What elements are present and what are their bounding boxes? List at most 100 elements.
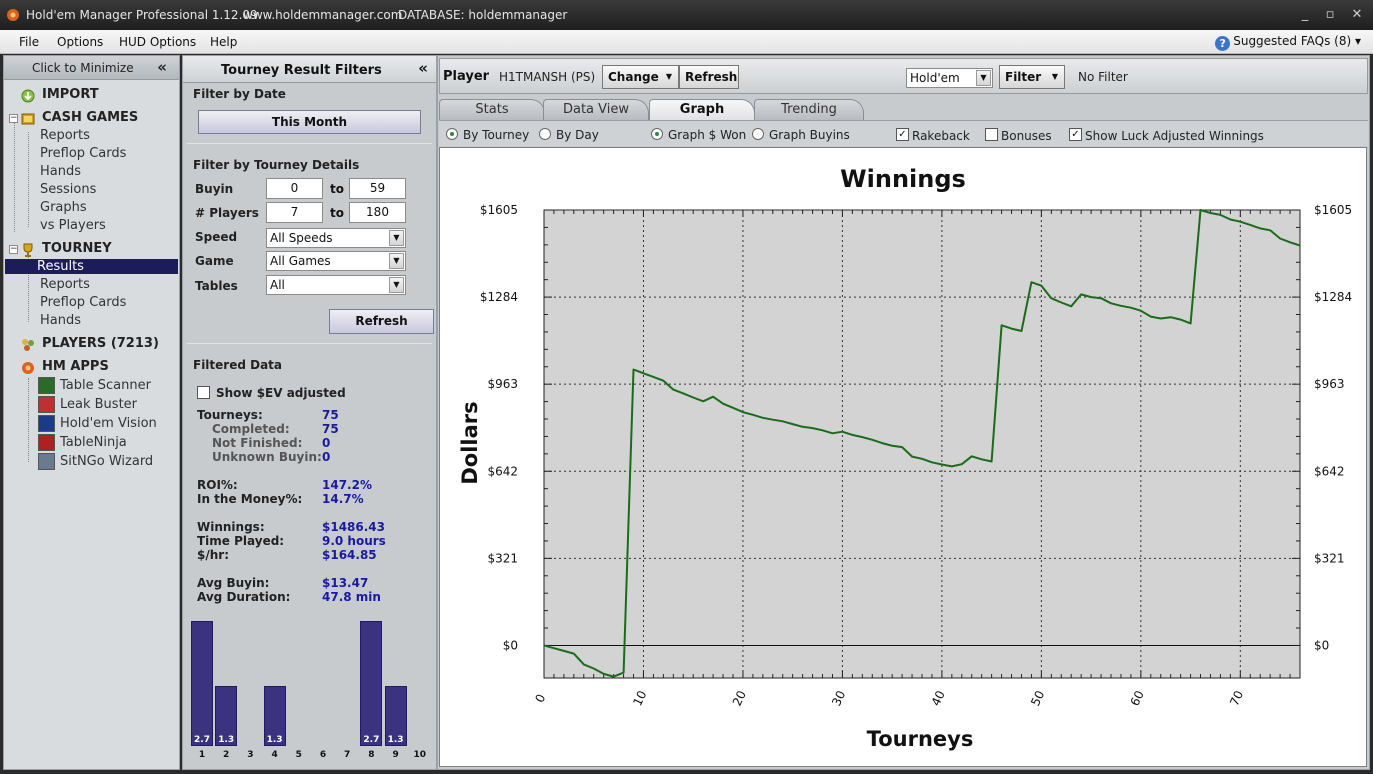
dropdown-arrow-icon[interactable]: ▼ (389, 277, 404, 293)
chart-y-axis-label: Dollars (458, 401, 482, 484)
left-navigation: Click to Minimize « IMPORT − CASH GAMES … (3, 55, 180, 770)
app-sitngo-wizard[interactable]: SitNGo Wizard (60, 454, 153, 469)
tables-select[interactable]: All ▼ (266, 275, 406, 295)
app-tableninja[interactable]: TableNinja (60, 435, 127, 450)
by-tourney-radio[interactable] (446, 128, 458, 140)
dropdown-arrow-icon[interactable]: ▼ (976, 70, 991, 86)
histogram-bar-value: 2.7 (363, 735, 380, 745)
divider (187, 143, 432, 144)
buyin-to-input[interactable]: 59 (349, 178, 406, 199)
rakeback-checkbox[interactable]: ✓ (896, 128, 909, 141)
filter-by-date-title: Filter by Date (193, 87, 286, 101)
tab-graph[interactable]: Graph (649, 99, 755, 120)
collapse-cash-icon[interactable]: − (9, 114, 18, 123)
minimize-bar[interactable]: Click to Minimize « (4, 56, 179, 80)
menu-help[interactable]: Help (210, 35, 237, 49)
y-tick-label-left: $963 (487, 377, 518, 391)
nav-cash-reports[interactable]: Reports (40, 128, 90, 143)
nav-cash-vs-players[interactable]: vs Players (40, 218, 106, 233)
game-select[interactable]: All Games ▼ (266, 251, 406, 271)
y-tick-label-left: $321 (487, 551, 518, 565)
menu-hud-options[interactable]: HUD Options (119, 35, 196, 49)
player-label: Player (443, 69, 490, 84)
nav-tourney-results[interactable]: Results (5, 259, 178, 274)
avg-buyin-label: Avg Buyin: (197, 576, 270, 590)
game-label: Game (195, 254, 234, 268)
histogram-bar: 2.7 (360, 621, 383, 746)
nav-import-label: IMPORT (42, 87, 99, 102)
show-ev-checkbox[interactable] (197, 386, 210, 399)
refresh-filters-button[interactable]: Refresh (329, 309, 434, 334)
collapse-filters-icon[interactable]: « (418, 59, 428, 77)
unknown-buyin-label: Unknown Buyin: (212, 450, 322, 464)
players-from-input[interactable]: 7 (266, 202, 323, 223)
collapse-icon[interactable]: « (157, 58, 167, 76)
nav-cash-graphs[interactable]: Graphs (40, 200, 87, 215)
nav-cash-hands[interactable]: Hands (40, 164, 81, 179)
time-played-value: 9.0 hours (322, 534, 386, 548)
menu-options[interactable]: Options (57, 35, 103, 49)
tourney-result-filters-panel: Tourney Result Filters « Filter by Date … (182, 55, 437, 770)
tab-trending[interactable]: Trending (754, 99, 864, 120)
change-label: Change (608, 70, 659, 84)
speed-label: Speed (195, 230, 238, 244)
app-logo-icon (7, 9, 19, 21)
player-name: H1TMANSH (PS) (499, 70, 596, 84)
nav-cash-preflop-cards[interactable]: Preflop Cards (40, 146, 126, 161)
histogram-x-label: 10 (413, 750, 427, 760)
per-hour-value: $164.85 (322, 548, 377, 562)
close-window-icon[interactable]: ✕ (1348, 6, 1366, 24)
app-table-scanner[interactable]: Table Scanner (60, 378, 151, 393)
speed-select[interactable]: All Speeds ▼ (266, 228, 406, 248)
refresh-player-button[interactable]: Refresh (679, 65, 739, 89)
minimize-window-icon[interactable]: _ (1296, 6, 1314, 24)
dropdown-arrow-icon[interactable]: ▼ (389, 253, 404, 269)
filter-button[interactable]: Filter ▼ (999, 65, 1065, 89)
by-day-radio[interactable] (539, 128, 551, 140)
histogram-x-label: 7 (344, 750, 351, 760)
unknown-buyin-value: 0 (322, 450, 331, 464)
dropdown-arrow-icon[interactable]: ▼ (389, 230, 404, 246)
winnings-label: Winnings: (197, 520, 265, 534)
y-tick-label-right: $1605 (1314, 203, 1352, 217)
itm-value: 14.7% (322, 492, 364, 506)
roi-label: ROI%: (197, 478, 238, 492)
collapse-tourney-icon[interactable]: − (9, 245, 18, 254)
luck-adjusted-label: Show Luck Adjusted Winnings (1085, 129, 1264, 143)
graph-buyins-radio[interactable] (752, 128, 764, 140)
nav-cash-games-label: CASH GAMES (42, 110, 139, 125)
nav-cash-sessions[interactable]: Sessions (40, 182, 96, 197)
menu-file[interactable]: File (19, 35, 39, 49)
app-leak-buster[interactable]: Leak Buster (60, 397, 137, 412)
luck-adjusted-checkbox[interactable]: ✓ (1069, 128, 1082, 141)
histogram-bar: 2.7 (191, 621, 213, 746)
suggested-faqs-button[interactable]: ? Suggested FAQs (8) ▾ (1215, 34, 1361, 51)
nav-tourney-hands[interactable]: Hands (40, 313, 81, 328)
histogram-x-label: 8 (368, 750, 375, 760)
app-holdem-vision[interactable]: Hold'em Vision (60, 416, 157, 431)
bonuses-checkbox[interactable] (985, 128, 998, 141)
sitngo-wizard-icon (38, 453, 55, 470)
buyin-from-input[interactable]: 0 (266, 178, 323, 199)
nav-tourney-preflop-cards[interactable]: Preflop Cards (40, 295, 126, 310)
graph-won-radio[interactable] (651, 128, 663, 140)
time-played-label: Time Played: (197, 534, 285, 548)
x-tick-label: 30 (829, 688, 848, 708)
avg-duration-label: Avg Duration: (197, 590, 291, 604)
this-month-button[interactable]: This Month (198, 110, 421, 134)
players-label: # Players (195, 206, 259, 220)
buyin-label: Buyin (195, 182, 234, 196)
avg-buyin-value: $13.47 (322, 576, 369, 590)
y-tick-label-right: $0 (1314, 638, 1329, 652)
speed-value: All Speeds (270, 231, 333, 245)
tab-data-view[interactable]: Data View (543, 99, 649, 120)
tableninja-icon (38, 434, 55, 451)
players-to-input[interactable]: 180 (349, 202, 406, 223)
change-player-button[interactable]: Change ▼ (602, 65, 679, 89)
tab-stats[interactable]: Stats (439, 99, 545, 120)
filter-label: Filter (1005, 70, 1042, 84)
maximize-window-icon[interactable]: ▫ (1321, 6, 1339, 24)
tourneys-label: Tourneys: (197, 408, 263, 422)
nav-tourney-reports[interactable]: Reports (40, 277, 90, 292)
game-type-select[interactable]: Hold'em ▼ (906, 68, 993, 88)
